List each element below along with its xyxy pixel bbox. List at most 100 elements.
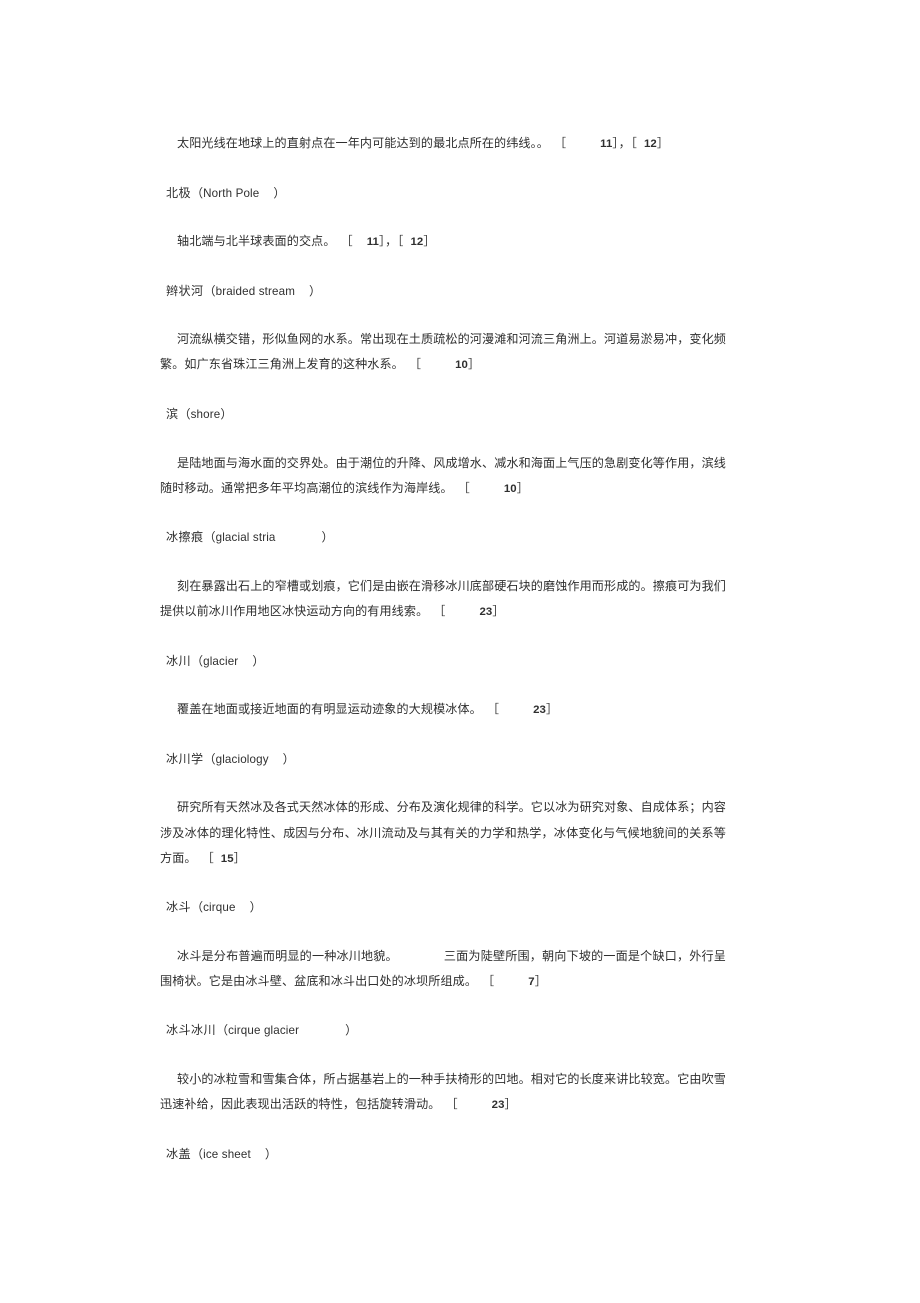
definition-text: 覆盖在地面或接近地面的有明显运动迹象的大规模冰体。: [177, 702, 482, 717]
citation-number[interactable]: 10: [504, 483, 517, 495]
bracket-open: ［: [340, 234, 353, 249]
definition-block: 较小的冰粒雪和雪集合体，所占据基岩上的一种手扶椅形的凹地。相对它的长度来讲比较宽…: [160, 1067, 726, 1118]
definition-paragraph: 刻在暴露出石上的窄槽或划痕，它们是由嵌在滑移冰川底部硬石块的磨蚀作用而形成的。擦…: [160, 574, 726, 625]
term-heading: 冰擦痕（glacial stria ）: [160, 525, 726, 550]
term-en: braided stream: [215, 284, 296, 298]
paren-open: （: [191, 1146, 204, 1161]
bracket-open: ［: [433, 604, 446, 619]
term-en: ice sheet: [203, 1147, 251, 1161]
definition-block: 覆盖在地面或接近地面的有明显运动迹象的大规模冰体。 ［ 23］: [160, 697, 726, 723]
definition-block: 冰斗是分布普遍而明显的一种冰川地貌。 三面为陡壁所围，朝向下坡的一面是个缺口，外行…: [160, 944, 726, 995]
citation-number[interactable]: 15: [221, 853, 234, 865]
definition-paragraph: 研究所有天然冰及各式天然冰体的形成、分布及演化规律的科学。它以冰为研究对象、自成…: [160, 795, 726, 871]
term-heading: 冰盖（ice sheet ）: [160, 1142, 726, 1167]
bracket-close: ］: [504, 1097, 517, 1112]
definition-paragraph: 较小的冰粒雪和雪集合体，所占据基岩上的一种手扶椅形的凹地。相对它的长度来讲比较宽…: [160, 1067, 726, 1118]
definition-paragraph: 太阳光线在地球上的直射点在一年内可能达到的最北点所在的纬线。。 ［ 11］，［ 12］: [160, 131, 726, 157]
term-block-cirque: 冰斗（cirque ）: [160, 895, 726, 920]
term-heading: 冰斗（cirque ）: [160, 895, 726, 920]
citation-group: ［ 10］: [404, 357, 480, 371]
citation-number[interactable]: 12: [644, 138, 657, 150]
bracket-open: ［: [553, 136, 567, 150]
term-en: glaciology: [215, 752, 269, 766]
bracket-open: ［: [445, 1097, 458, 1112]
citation-number[interactable]: 10: [455, 359, 468, 371]
paren-open: （: [191, 185, 204, 200]
bracket-close: ］: [516, 480, 529, 495]
paren-open: （: [215, 1023, 229, 1038]
bracket-open: ［: [408, 357, 422, 372]
term-en: glacier: [203, 654, 239, 668]
term-zh: 冰斗: [166, 900, 191, 915]
term-block-ice-sheet: 冰盖（ice sheet ）: [160, 1142, 726, 1167]
citation-comma: ，: [385, 234, 398, 249]
paren-close: ）: [264, 1146, 277, 1161]
term-block-north-pole: 北极（North Pole ）: [160, 181, 726, 206]
definition-paragraph: 覆盖在地面或接近地面的有明显运动迹象的大规模冰体。 ［ 23］: [160, 697, 726, 723]
bracket-close: ］: [656, 136, 670, 150]
definition-block: 轴北端与北半球表面的交点。 ［ 11］，［ 12］: [160, 229, 726, 255]
definition-text-part1: 冰斗是分布普遍而明显的一种冰川地貌。: [177, 948, 398, 963]
bracket-open: ［: [482, 973, 495, 988]
definition-block: 是陆地面与海水面的交界处。由于潮位的升降、风成增水、减水和海面上气压的急剧变化等…: [160, 451, 726, 502]
citation-number[interactable]: 12: [411, 236, 424, 248]
term-block-glaciology: 冰川学（glaciology ）: [160, 747, 726, 772]
bracket-close: ］: [534, 973, 547, 988]
term-block-cirque-glacier: 冰斗冰川（cirque glacier ）: [160, 1018, 726, 1043]
term-heading: 冰川（glacier ）: [160, 649, 726, 674]
bracket-open: ［: [630, 136, 637, 150]
term-heading: 冰川学（glaciology ）: [160, 747, 726, 772]
definition-paragraph: 河流纵横交错，形似鱼网的水系。常出现在土质疏松的河漫滩和河流三角洲上。河道易淤易…: [160, 327, 726, 378]
bracket-close: ］: [492, 604, 505, 619]
paren-close: ）: [249, 900, 262, 915]
term-en: glacial stria: [215, 531, 276, 545]
term-heading: 滨（shore）: [160, 402, 726, 427]
term-zh: 滨: [166, 407, 179, 422]
bracket-close: ］: [233, 850, 246, 865]
definition-text: 轴北端与北半球表面的交点。: [177, 234, 336, 249]
glossary-content: 太阳光线在地球上的直射点在一年内可能达到的最北点所在的纬线。。 ［ 11］，［ 12］…: [160, 131, 726, 1190]
definition-paragraph: 是陆地面与海水面的交界处。由于潮位的升降、风成增水、减水和海面上气压的急剧变化等…: [160, 451, 726, 502]
term-zh: 冰擦痕: [166, 530, 204, 545]
bracket-close: ］: [423, 234, 436, 249]
citation-number[interactable]: 23: [492, 1099, 505, 1111]
definition-text: 是陆地面与海水面的交界处。由于潮位的升降、风成增水、减水和海面上气压的急剧变化等…: [160, 455, 726, 495]
citation-group: ［ 15］: [197, 851, 246, 865]
bracket-open: ［: [457, 480, 470, 495]
paren-close: ）: [321, 530, 334, 545]
citation-number[interactable]: 23: [533, 704, 546, 716]
term-block-braided-stream: 辫状河（braided stream ）: [160, 279, 726, 304]
term-zh: 冰川学: [166, 751, 204, 766]
citation-group: ［ 11］，［ 12］: [549, 136, 669, 150]
definition-text: 太阳光线在地球上的直射点在一年内可能达到的最北点所在的纬线。。: [177, 136, 549, 150]
bracket-open: ［: [486, 702, 500, 717]
citation-group: ［ 10］: [453, 481, 529, 495]
citation-group: ［ 11］，［ 12］: [336, 234, 436, 248]
term-en: North Pole: [203, 186, 260, 200]
term-zh: 辫状河: [166, 283, 204, 298]
term-zh: 冰斗冰川: [166, 1023, 216, 1038]
paren-close: ）: [282, 751, 295, 766]
citation-number[interactable]: 11: [600, 138, 612, 150]
citation-number[interactable]: 23: [479, 606, 492, 618]
citation-comma: ，: [618, 136, 631, 150]
definition-block: 河流纵横交错，形似鱼网的水系。常出现在土质疏松的河漫滩和河流三角洲上。河道易淤易…: [160, 327, 726, 378]
term-zh: 冰盖: [166, 1146, 191, 1161]
document-page: 太阳光线在地球上的直射点在一年内可能达到的最北点所在的纬线。。 ［ 11］，［ 12］…: [0, 0, 920, 1303]
term-zh: 北极: [166, 185, 191, 200]
citation-group: ［ 23］: [428, 604, 504, 618]
paren-open: （: [203, 751, 216, 766]
term-block-shore: 滨（shore）: [160, 402, 726, 427]
paren-open: （: [191, 900, 204, 915]
citation-number[interactable]: 11: [367, 236, 379, 248]
definition-paragraph: 冰斗是分布普遍而明显的一种冰川地貌。 三面为陡壁所围，朝向下坡的一面是个缺口，外行…: [160, 944, 726, 995]
term-zh: 冰川: [166, 653, 191, 668]
term-block-glacial-stria: 冰擦痕（glacial stria ）: [160, 525, 726, 550]
term-heading: 北极（North Pole ）: [160, 181, 726, 206]
paren-close: ）: [220, 407, 233, 422]
term-en: cirque: [203, 901, 236, 915]
term-block-glacier: 冰川（glacier ）: [160, 649, 726, 674]
citation-group: ［ 23］: [482, 702, 558, 716]
paren-close: ）: [345, 1023, 358, 1038]
paren-open: （: [178, 407, 191, 422]
